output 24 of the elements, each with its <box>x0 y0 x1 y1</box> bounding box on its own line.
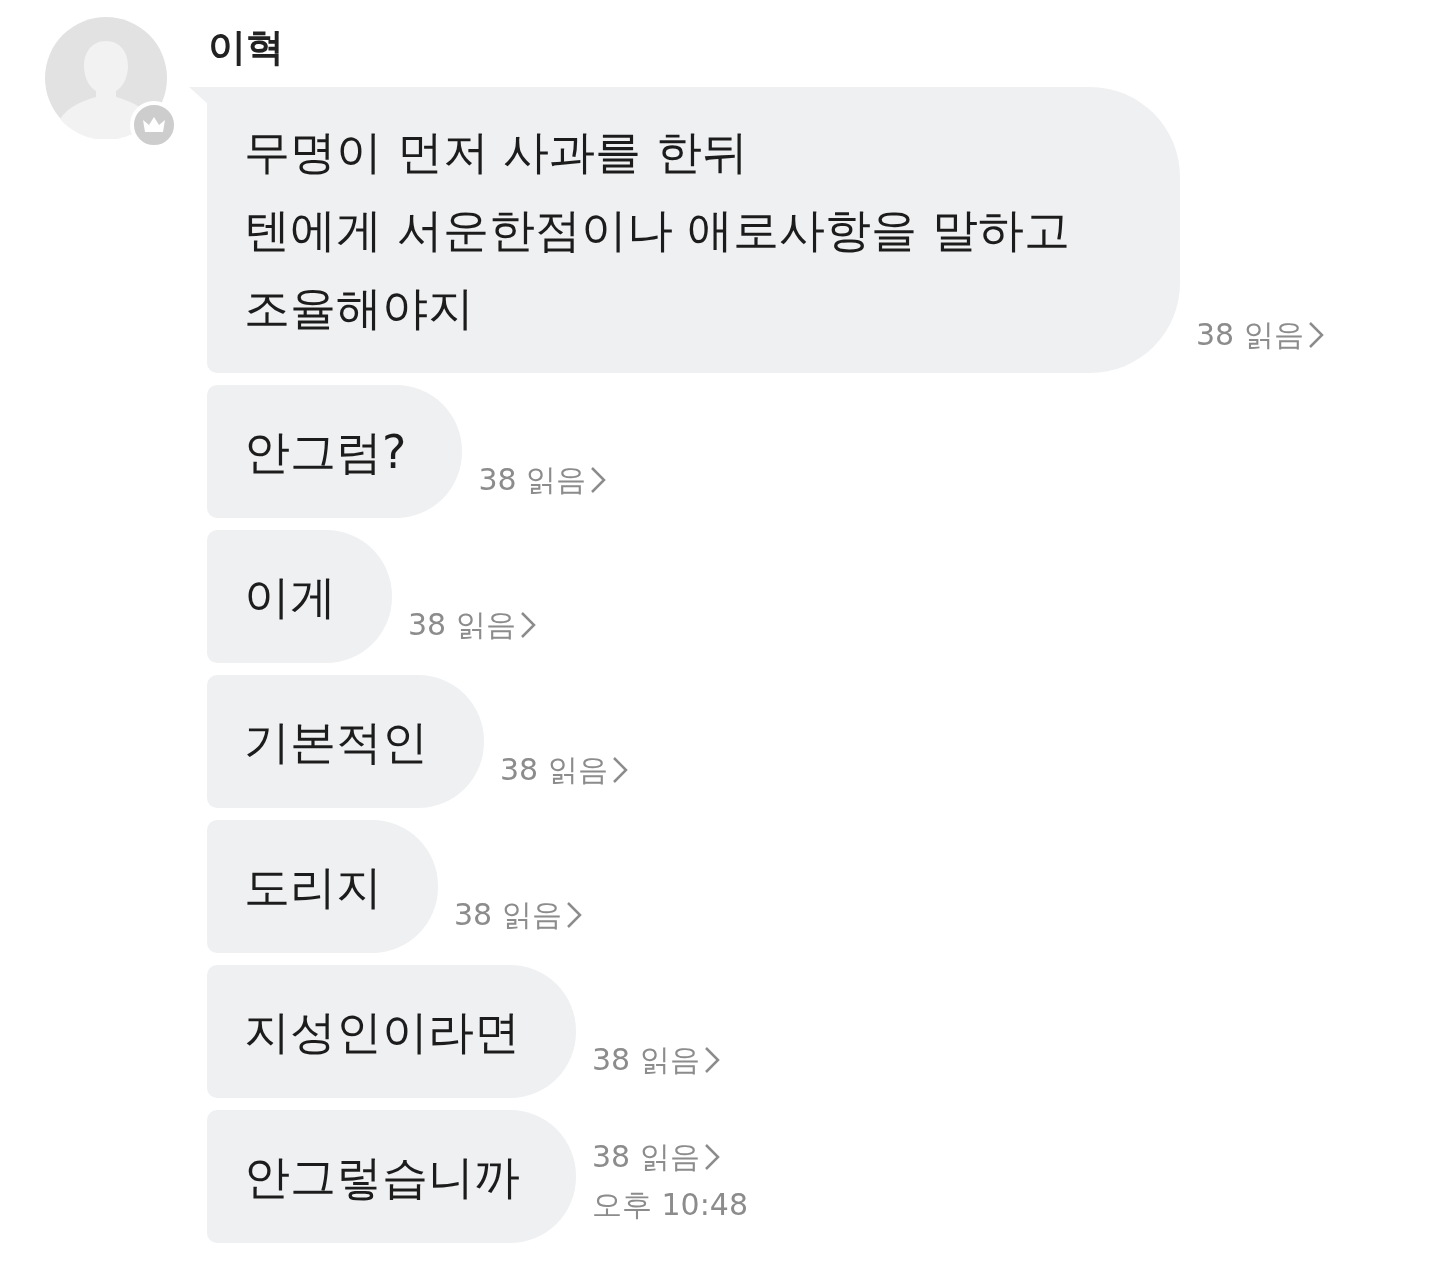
read-count[interactable]: 38 읽음 <box>408 601 536 649</box>
message-bubble: 안그렇습니까 <box>207 1110 576 1243</box>
message-bubble: 도리지 <box>207 820 438 953</box>
chevron-right-icon <box>565 901 582 929</box>
read-count[interactable]: 38 읽음 <box>592 1133 748 1181</box>
read-count[interactable]: 38 읽음 <box>500 746 628 794</box>
message-bubble: 이게 <box>207 530 392 663</box>
message-time: 오후 10:48 <box>592 1186 748 1224</box>
message-bubble: 기본적인 <box>207 675 484 808</box>
read-count[interactable]: 38 읽음 <box>592 1036 720 1084</box>
message-bubble: 안그럼? <box>207 385 463 518</box>
chevron-right-icon <box>703 1046 720 1074</box>
chevron-right-icon <box>611 756 628 784</box>
message-bubble: 지성인이라면 <box>207 965 576 1098</box>
chevron-right-icon <box>703 1143 720 1171</box>
sender-name: 이혁 <box>208 24 285 71</box>
message-bubble: 무명이 먼저 사과를 한뒤 텐에게 서운한점이나 애로사항을 말하고 조율해야지 <box>207 87 1180 373</box>
chevron-right-icon <box>590 466 607 494</box>
read-count[interactable]: 38 읽음 <box>1195 311 1324 359</box>
read-count[interactable]: 38 읽음 <box>454 891 582 939</box>
chevron-right-icon <box>519 611 536 639</box>
avatar-icon[interactable] <box>45 17 167 139</box>
chevron-right-icon <box>1307 321 1324 349</box>
read-count[interactable]: 38 읽음 <box>478 456 607 504</box>
